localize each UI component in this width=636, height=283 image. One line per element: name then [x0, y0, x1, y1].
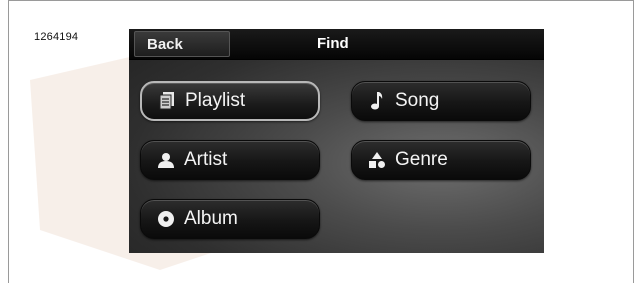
- song-label: Song: [395, 90, 440, 111]
- back-button[interactable]: Back: [134, 31, 230, 57]
- album-button[interactable]: Album: [140, 199, 320, 239]
- music-note-icon: [368, 92, 386, 110]
- album-label: Album: [184, 208, 238, 229]
- screen-title: Find: [317, 35, 349, 52]
- figure-code: 1264194: [34, 31, 79, 43]
- playlist-button[interactable]: Playlist: [140, 81, 320, 121]
- artist-label: Artist: [184, 149, 228, 170]
- playlist-label: Playlist: [185, 90, 246, 111]
- find-screen: Back Find Playlist Song Artist Genre Alb…: [129, 29, 544, 253]
- disc-icon: [157, 210, 175, 228]
- person-icon: [157, 151, 175, 169]
- playlist-icon: [158, 92, 176, 110]
- song-button[interactable]: Song: [351, 81, 531, 121]
- artist-button[interactable]: Artist: [140, 140, 320, 180]
- top-bar: Back Find: [129, 29, 544, 60]
- genre-button[interactable]: Genre: [351, 140, 531, 180]
- genre-label: Genre: [395, 149, 448, 170]
- genre-icon: [368, 151, 386, 169]
